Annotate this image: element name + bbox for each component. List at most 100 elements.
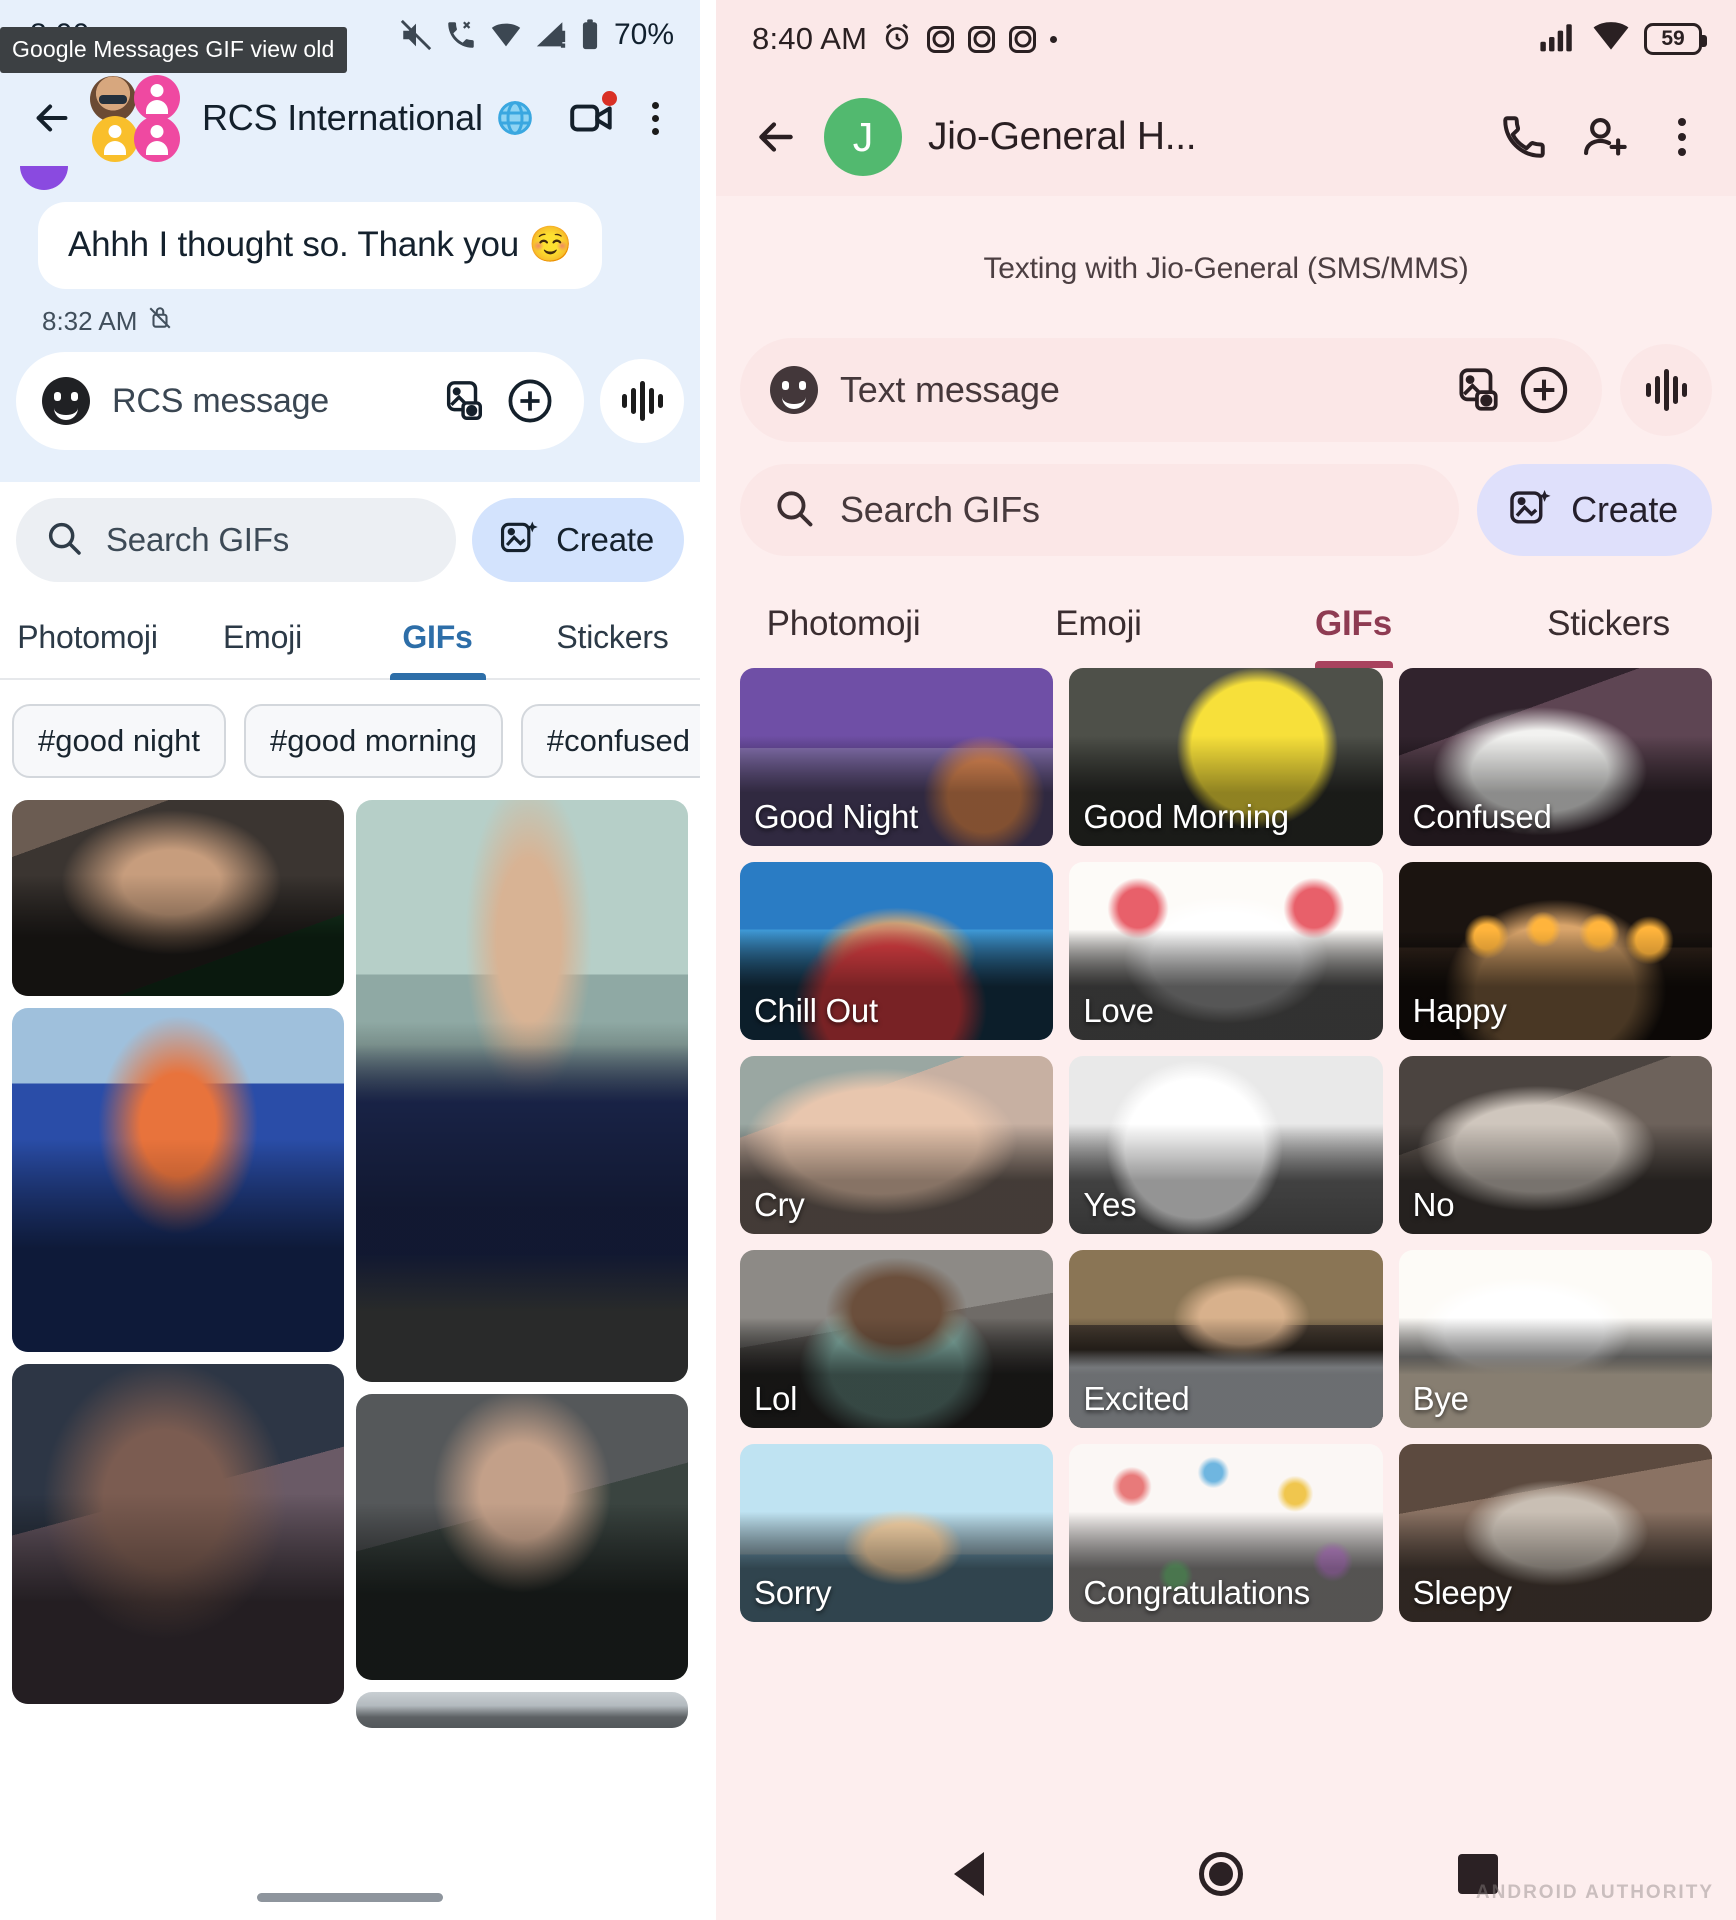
message-timestamp: 8:32 AM <box>42 306 138 336</box>
hashtag-chip-row: #good night #good morning #confused # <box>0 680 700 800</box>
gif-category-confused[interactable]: Confused <box>1398 668 1712 846</box>
globe-icon <box>495 98 535 138</box>
rcs-sent-icon <box>147 305 173 338</box>
right-compose-bar: Text message <box>740 338 1712 442</box>
gif-thumb-patriots-player[interactable] <box>356 800 688 1382</box>
search-input[interactable]: Search GIFs <box>16 498 457 582</box>
add-person-icon[interactable] <box>1576 107 1636 167</box>
gif-thumb-partial[interactable] <box>356 1692 688 1728</box>
message-input-field[interactable]: RCS message <box>16 352 584 450</box>
gallery-icon[interactable] <box>436 373 492 429</box>
gif-label: Bye <box>1412 1380 1469 1417</box>
instagram-icon <box>927 25 955 53</box>
tab-gifs[interactable]: GIFs <box>1226 604 1481 668</box>
gif-column-2 <box>356 800 688 1728</box>
gif-category-cry[interactable]: Cry <box>740 1056 1054 1234</box>
gif-category-no[interactable]: No <box>1398 1056 1712 1234</box>
gif-label: Cry <box>754 1186 805 1223</box>
emoji-icon[interactable] <box>42 377 90 425</box>
waveform-icon <box>621 381 663 421</box>
bubble-tail <box>20 166 68 190</box>
gif-category-love[interactable]: Love <box>1069 862 1383 1040</box>
gif-category-bye[interactable]: Bye <box>1398 1250 1712 1428</box>
conversation-title[interactable]: RCS International <box>202 97 483 139</box>
message-status: 8:32 AM <box>42 305 700 338</box>
gif-label: Happy <box>1412 992 1507 1029</box>
gif-category-grid: Good Night Good Morning Confused Chill O… <box>716 668 1736 1622</box>
create-button[interactable]: Create <box>472 498 684 582</box>
video-call-icon[interactable] <box>564 90 620 146</box>
nav-home-icon[interactable] <box>1198 1852 1243 1896</box>
chip-good-morning[interactable]: #good morning <box>244 704 503 778</box>
tab-gifs[interactable]: GIFs <box>350 619 525 678</box>
gif-category-sleepy[interactable]: Sleepy <box>1398 1444 1712 1622</box>
gif-thumb-forehead-rub[interactable] <box>356 1394 688 1680</box>
right-app-bar: J Jio-General H... <box>716 78 1736 196</box>
gif-thumb-omg-mets[interactable] <box>12 1008 344 1352</box>
phone-icon[interactable] <box>1494 107 1554 167</box>
search-input[interactable]: Search GIFs <box>740 464 1460 556</box>
gif-category-sorry[interactable]: Sorry <box>740 1444 1054 1622</box>
battery-icon: 59 <box>1644 23 1707 55</box>
back-arrow-icon[interactable] <box>750 111 802 163</box>
status-right-group: 59 <box>1538 21 1707 58</box>
group-avatar[interactable] <box>90 75 182 162</box>
gif-category-excited[interactable]: Excited <box>1069 1250 1383 1428</box>
nav-back-icon[interactable] <box>953 1852 984 1896</box>
gif-category-lol[interactable]: Lol <box>740 1250 1054 1428</box>
create-sparkle-icon <box>1507 485 1553 536</box>
gif-label: Sorry <box>754 1574 832 1611</box>
watermark: ANDROID AUTHORITY <box>1475 1882 1714 1903</box>
back-arrow-icon[interactable] <box>26 92 78 144</box>
chip-good-night[interactable]: #good night <box>12 704 227 778</box>
gif-search-row: Search GIFs Create <box>0 482 700 596</box>
avatar-initial: J <box>852 113 874 160</box>
tab-emoji[interactable]: Emoji <box>175 619 350 678</box>
gif-search-row: Search GIFs Create <box>716 460 1736 576</box>
more-options-icon[interactable] <box>1658 107 1706 167</box>
gif-thumb-nfl-coach[interactable] <box>12 800 344 996</box>
gif-category-yes[interactable]: Yes <box>1069 1056 1383 1234</box>
add-icon[interactable] <box>1516 362 1572 418</box>
left-app-bar: RCS International <box>0 70 700 166</box>
message-input-field[interactable]: Text message <box>740 338 1602 442</box>
more-options-icon[interactable] <box>632 90 678 146</box>
avatar[interactable]: J <box>824 98 902 176</box>
gif-label: Excited <box>1083 1380 1190 1417</box>
gif-column-1 <box>12 800 344 1728</box>
left-compose-bar: RCS message <box>16 352 684 450</box>
message-input-placeholder: RCS message <box>112 381 329 420</box>
voice-icon[interactable] <box>600 359 684 443</box>
conversation-title[interactable]: Jio-General H... <box>928 115 1197 159</box>
tab-photomoji[interactable]: Photomoji <box>716 604 971 668</box>
wifi-icon <box>489 18 523 52</box>
gif-category-congratulations[interactable]: Congratulations <box>1069 1444 1383 1622</box>
panel-divider <box>700 0 716 1920</box>
tab-stickers[interactable]: Stickers <box>525 619 700 678</box>
chip-confused[interactable]: #confused <box>520 704 700 778</box>
right-phone-screen: 8:40 AM 59 J Jio-General H... Texting wi… <box>716 0 1736 1920</box>
create-button[interactable]: Create <box>1477 464 1712 556</box>
gif-label: Lol <box>754 1380 798 1417</box>
gif-thumb-samuel-jackson[interactable] <box>12 1364 344 1704</box>
voice-icon[interactable] <box>1620 344 1712 436</box>
tab-emoji[interactable]: Emoji <box>971 604 1226 668</box>
gif-category-chill-out[interactable]: Chill Out <box>740 862 1054 1040</box>
message-bubble[interactable]: Ahhh I thought so. Thank you ☺️ <box>38 202 602 289</box>
gif-category-good-night[interactable]: Good Night <box>740 668 1054 846</box>
sms-banner: Texting with Jio-General (SMS/MMS) <box>716 196 1736 338</box>
add-icon[interactable] <box>502 373 558 429</box>
gif-category-happy[interactable]: Happy <box>1398 862 1712 1040</box>
tab-stickers[interactable]: Stickers <box>1481 604 1736 668</box>
search-icon <box>44 518 84 563</box>
gif-label: Love <box>1083 992 1154 1029</box>
home-indicator[interactable] <box>257 1893 443 1902</box>
emoji-icon[interactable] <box>770 366 818 414</box>
gif-label: Yes <box>1083 1186 1137 1223</box>
instagram-icon <box>968 25 996 53</box>
tab-photomoji[interactable]: Photomoji <box>0 619 175 678</box>
gif-category-good-morning[interactable]: Good Morning <box>1069 668 1383 846</box>
gallery-icon[interactable] <box>1450 362 1506 418</box>
right-status-bar: 8:40 AM 59 <box>716 0 1736 78</box>
create-label: Create <box>556 521 654 558</box>
